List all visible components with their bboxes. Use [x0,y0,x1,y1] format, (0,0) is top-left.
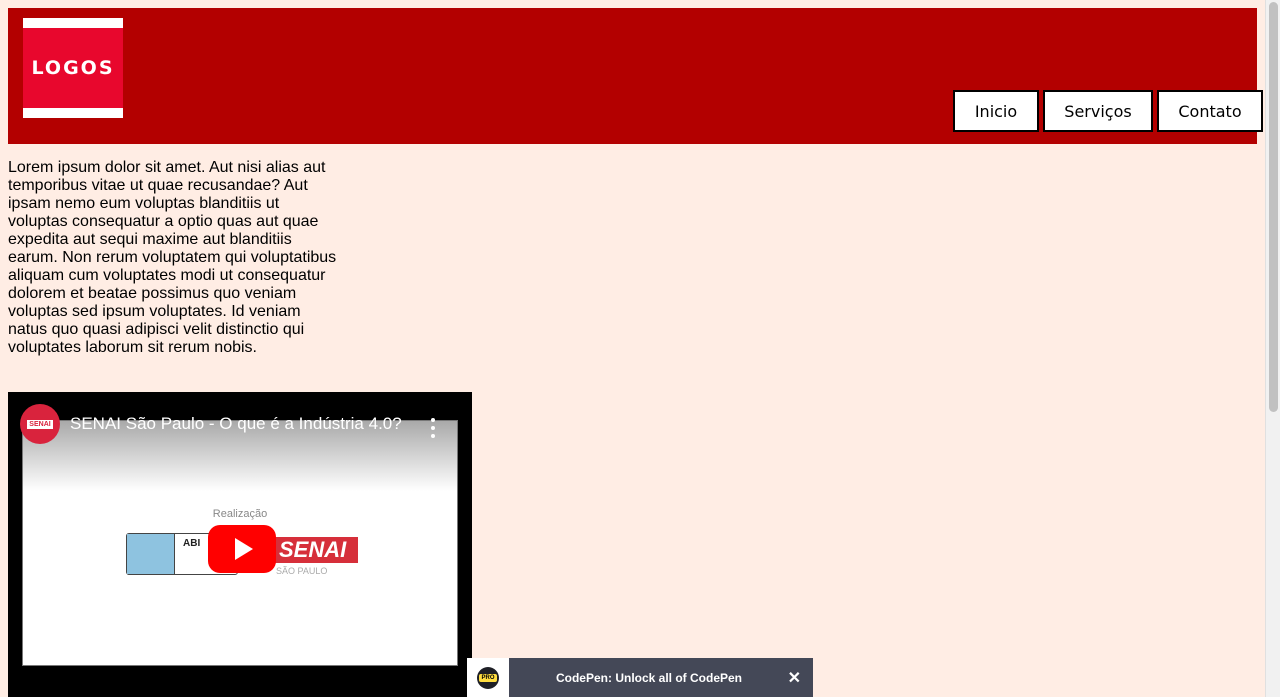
nav-contato-button[interactable]: Contato [1157,90,1263,132]
vertical-scrollbar[interactable] [1265,0,1280,697]
abimaq-logo-mark [127,534,175,574]
video-thumbnail: Realização ABI SENAI SÃO PAULO [22,420,458,666]
senai-logo-subtitle: SÃO PAULO [276,566,328,576]
pro-badge-icon: PRO [477,666,499,689]
senai-logo: SENAI [273,537,358,563]
pro-badge-label: PRO [479,673,497,682]
codepen-banner-body[interactable]: CodePen: Unlock all of CodePen ✕ [509,658,813,697]
play-icon [235,538,253,560]
intro-paragraph: Lorem ipsum dolor sit amet. Aut nisi ali… [8,159,337,356]
logo-mark: LOGOS [23,28,123,108]
scrollbar-thumb[interactable] [1269,2,1278,412]
page: LOGOS Inicio Serviços Contato Lorem ipsu… [0,0,1280,697]
play-button[interactable] [208,525,276,573]
site-header: LOGOS Inicio Serviços Contato [8,8,1263,144]
channel-avatar-label: SENAI [27,419,53,429]
more-options-icon[interactable] [428,418,438,438]
youtube-embed[interactable]: Realização ABI SENAI SÃO PAULO SENAI SEN… [8,392,472,697]
video-title-link[interactable]: SENAI São Paulo - O que é a Indústria 4.… [70,414,402,434]
channel-avatar[interactable]: SENAI [20,404,60,444]
close-icon[interactable]: ✕ [788,668,801,688]
codepen-pro-banner[interactable]: PRO CodePen: Unlock all of CodePen ✕ [467,658,813,697]
logo-text: LOGOS [31,57,115,79]
thumbnail-realizacao-text: Realização [212,508,268,520]
codepen-pro-badge-area: PRO [467,658,509,697]
nav-inicio-button[interactable]: Inicio [953,90,1039,132]
main-nav: Inicio Serviços Contato [953,90,1263,132]
site-logo[interactable]: LOGOS [23,18,123,118]
codepen-banner-text: CodePen: Unlock all of CodePen [555,670,743,685]
nav-servicos-button[interactable]: Serviços [1043,90,1153,132]
